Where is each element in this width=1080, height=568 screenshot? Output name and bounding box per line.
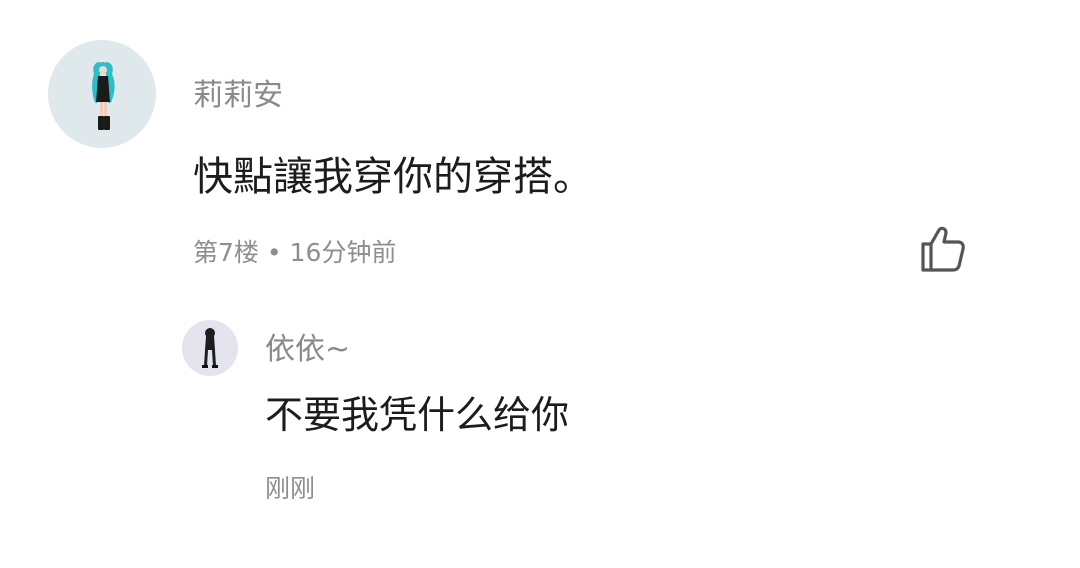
reply-user-avatar[interactable] bbox=[182, 320, 238, 376]
comment-meta: 第7楼 • 16分钟前 bbox=[193, 238, 396, 268]
teal-hair-character-icon bbox=[92, 62, 115, 130]
user-avatar[interactable] bbox=[48, 40, 156, 148]
like-button[interactable] bbox=[915, 222, 969, 276]
comment-text: 快點讓我穿你的穿搭。 bbox=[193, 154, 593, 200]
meta-separator: • bbox=[266, 238, 282, 267]
reply-username[interactable]: 依依~ bbox=[265, 332, 350, 368]
comment-floor: 第7楼 bbox=[193, 238, 259, 267]
thumbs-up-icon bbox=[921, 226, 965, 272]
comment-thread: 莉莉安 快點讓我穿你的穿搭。 第7楼 • 16分钟前 依依~ 不要我凭什么给你 刚刚 bbox=[0, 0, 1080, 568]
reply-time: 刚刚 bbox=[265, 474, 316, 503]
reply-text: 不要我凭什么给你 bbox=[265, 393, 570, 437]
comment-username[interactable]: 莉莉安 bbox=[193, 78, 283, 114]
comment-time: 16分钟前 bbox=[289, 238, 397, 267]
dark-outfit-character-icon bbox=[202, 328, 218, 368]
